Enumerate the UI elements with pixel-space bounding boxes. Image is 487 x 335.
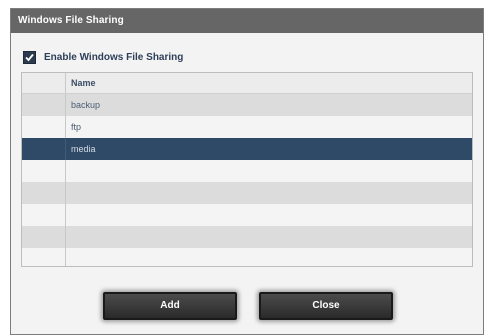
- enable-sharing-row[interactable]: Enable Windows File Sharing: [23, 49, 183, 65]
- windows-file-sharing-dialog: Windows File Sharing Enable Windows File…: [10, 8, 484, 335]
- table-row[interactable]: backup: [22, 94, 472, 116]
- share-name-cell: media: [71, 144, 96, 154]
- column-header-name[interactable]: Name: [66, 73, 472, 93]
- table-row[interactable]: ftp: [22, 116, 472, 138]
- enable-sharing-label: Enable Windows File Sharing: [44, 51, 184, 63]
- row-indicator: [22, 116, 66, 138]
- share-name-cell: [66, 248, 472, 266]
- row-indicator: [22, 160, 66, 182]
- share-name-cell: [66, 204, 472, 226]
- row-indicator: [22, 138, 66, 160]
- row-indicator: [22, 182, 66, 204]
- enable-sharing-checkbox[interactable]: [23, 50, 36, 64]
- table-row[interactable]: [22, 160, 472, 182]
- close-button[interactable]: Close: [259, 292, 393, 320]
- share-name-cell: [66, 160, 472, 182]
- table-header-row: Name: [22, 73, 472, 94]
- table-row[interactable]: [22, 204, 472, 226]
- share-name-cell: backup: [71, 100, 101, 110]
- table-row[interactable]: [22, 226, 472, 248]
- row-indicator: [22, 226, 66, 248]
- row-indicator: [22, 204, 66, 226]
- shares-table: Name backup ftp media: [21, 72, 473, 267]
- table-row-selected[interactable]: media: [22, 138, 472, 160]
- table-row[interactable]: [22, 182, 472, 204]
- table-row[interactable]: [22, 248, 472, 266]
- add-button[interactable]: Add: [103, 292, 237, 320]
- checkmark-icon: [25, 53, 34, 61]
- share-name-cell: ftp: [71, 122, 82, 132]
- share-name-cell: [66, 182, 472, 204]
- row-indicator: [22, 94, 66, 116]
- dialog-title: Windows File Sharing: [11, 9, 483, 33]
- row-indicator-header: [22, 73, 66, 93]
- row-indicator: [22, 248, 66, 266]
- share-name-cell: [66, 226, 472, 248]
